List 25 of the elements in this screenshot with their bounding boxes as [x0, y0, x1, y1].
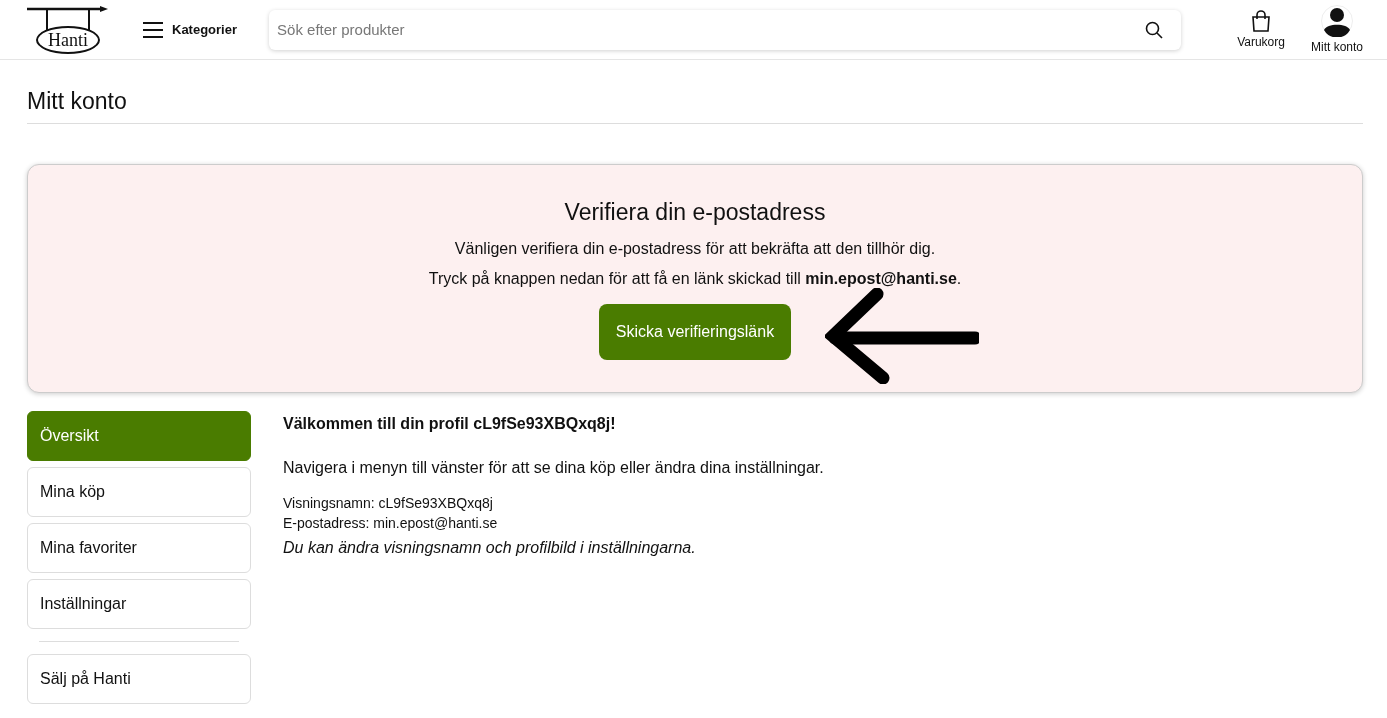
banner-text: Tryck på knappen nedan för att få en länk skickad till min.epost@hanti.se. [427, 270, 963, 288]
welcome-heading: Välkommen till din profil cL9fSe93XBQxq8j! [283, 415, 617, 433]
sidebar-item[interactable]: Mina favoriter [27, 523, 251, 573]
send-link-button[interactable]: Skicka verifieringslänk [598, 304, 792, 360]
sidebar-item[interactable]: Inställningar [27, 579, 251, 629]
sidebar-item[interactable]: Översikt [27, 411, 251, 461]
user-icon [1321, 5, 1353, 37]
search-icon [1145, 20, 1164, 39]
display-name-text: Visningsnamn: cL9fSe93XBQxq8j [283, 494, 494, 513]
sidebar-item[interactable]: Sälj på Hanti [27, 654, 251, 704]
signpost-icon [27, 5, 109, 32]
page-title: Mitt konto [27, 60, 1363, 124]
cart-button[interactable]: Varukorg [1237, 10, 1285, 49]
intro-text: Navigera i menyn till vänster för att se dina köp eller ändra dina inställningar. [283, 459, 824, 477]
search-field[interactable]: Sök efter produkter [269, 9, 1182, 50]
shopping-bag-icon [1251, 10, 1272, 32]
email-text: E-postadress: min.epost@hanti.se [283, 514, 499, 533]
categories-button[interactable]: Kategorier [142, 17, 238, 42]
sidebar-item[interactable]: Mina köp [27, 467, 251, 517]
settings-note: Du kan ändra visningsnamn och profilbild i inställningarna. [283, 539, 697, 557]
account-button[interactable]: Mitt konto [1310, 5, 1363, 54]
banner-title: Verifiera din e-postadress [563, 199, 827, 226]
banner-text: Vänligen verifiera din e-postadress för att bekräfta att den tillhör dig. [453, 240, 937, 258]
logo[interactable]: Hanti [27, 5, 109, 54]
menu-icon [142, 21, 164, 38]
